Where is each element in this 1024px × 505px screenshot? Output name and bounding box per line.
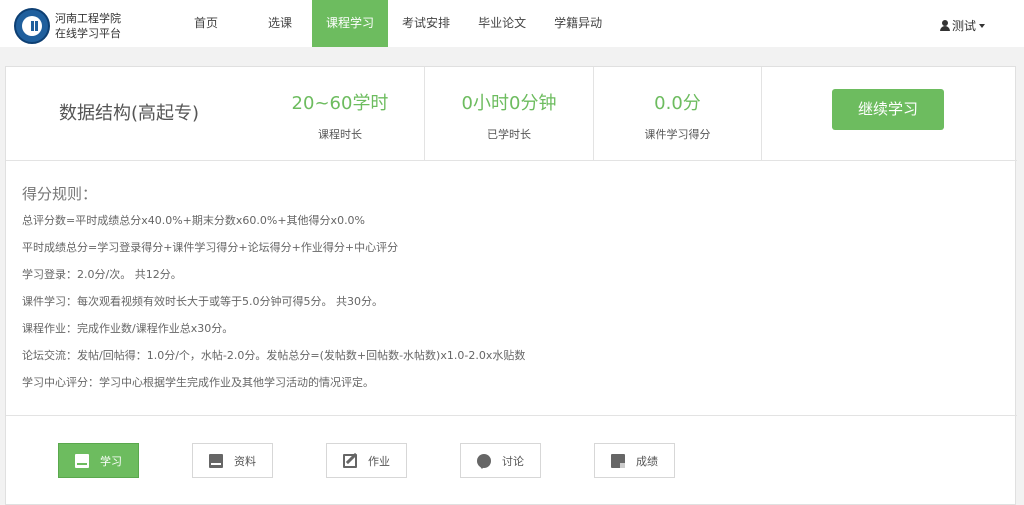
tab-study[interactable]: 学习 [58,443,139,478]
stat-value: 0小时0分钟 [461,93,557,114]
edit-icon [343,453,357,468]
brand-line-2: 在线学习平台 [55,27,121,40]
rule-line: 课件学习：每次观看视频有效时长大于或等于5.0分钟可得5分。 共30分。 [22,295,383,308]
stat-label: 已学时长 [487,128,531,141]
tab-materials[interactable]: 资料 [192,443,273,478]
user-icon [940,20,950,31]
chat-icon [477,453,491,469]
stat-value: 0.0分 [654,93,701,114]
tab-discussion[interactable]: 讨论 [460,443,541,478]
rule-line: 学习中心评分：学习中心根据学生完成作业及其他学习活动的情况评定。 [22,376,374,389]
user-menu[interactable]: 测试 [940,17,986,34]
tab-label: 资料 [234,454,256,468]
continue-study-button[interactable]: 继续学习 [832,89,944,130]
brand-line-1: 河南工程学院 [55,12,121,25]
stat-label: 课程时长 [318,128,362,141]
course-panel: 数据结构(高起专) 20~60学时 课程时长 0小时0分钟 已学时长 0.0分 … [5,66,1017,505]
course-tabs: 学习 资料 作业 讨论 成绩 [58,443,728,478]
book-icon [209,453,223,468]
nav-thesis[interactable]: 毕业论文 [464,0,540,47]
nav-course-select[interactable]: 选课 [254,0,306,47]
chevron-down-icon [979,24,986,28]
top-bar: 河南工程学院 在线学习平台 首页 选课 课程学习 考试安排 毕业论文 学籍异动 … [0,0,1024,47]
tab-homework[interactable]: 作业 [326,443,407,478]
school-logo [14,8,50,44]
stat-course-duration: 20~60学时 课程时长 [256,67,425,161]
course-stats: 数据结构(高起专) 20~60学时 课程时长 0小时0分钟 已学时长 0.0分 … [6,67,1017,161]
user-name: 测试 [952,19,977,33]
tab-label: 成绩 [636,454,658,468]
book-icon [75,453,89,468]
tab-grades[interactable]: 成绩 [594,443,675,478]
rule-line: 总评分数=平时成绩总分x40.0%+期末分数x60.0%+其他得分x0.0% [22,214,366,227]
nav-exam-schedule[interactable]: 考试安排 [388,0,464,47]
stat-label: 课件学习得分 [644,128,711,141]
main-nav: 首页 选课 课程学习 考试安排 毕业论文 学籍异动 [180,0,616,47]
nav-home[interactable]: 首页 [180,0,232,47]
divider [6,415,1017,416]
brand-name: 河南工程学院 在线学习平台 [55,11,121,41]
tab-label: 学习 [100,454,122,468]
rule-line: 学习登录：2.0分/次。 共12分。 [22,268,182,281]
scoring-rules: 得分规则： 总评分数=平时成绩总分x40.0%+期末分数x60.0%+其他得分x… [22,183,525,401]
stat-courseware-score: 0.0分 课件学习得分 [594,67,762,161]
rule-line: 平时成绩总分=学习登录得分+课件学习得分+论坛得分+作业得分+中心评分 [22,241,399,254]
rule-line: 课程作业：完成作业数/课程作业总x30分。 [22,322,234,335]
rule-line: 论坛交流：发帖/回帖得：1.0分/个，水帖-2.0分。发帖总分=(发帖数+回帖数… [22,349,526,362]
nav-status-change[interactable]: 学籍异动 [540,0,616,47]
stat-value: 20~60学时 [291,93,389,114]
tab-label: 作业 [368,454,390,468]
course-title: 数据结构(高起专) [59,103,200,124]
rules-title: 得分规则： [22,185,98,203]
document-icon [611,453,625,468]
nav-course-study[interactable]: 课程学习 [312,0,389,47]
tab-label: 讨论 [502,454,524,468]
stat-studied-duration: 0小时0分钟 已学时长 [425,67,594,161]
